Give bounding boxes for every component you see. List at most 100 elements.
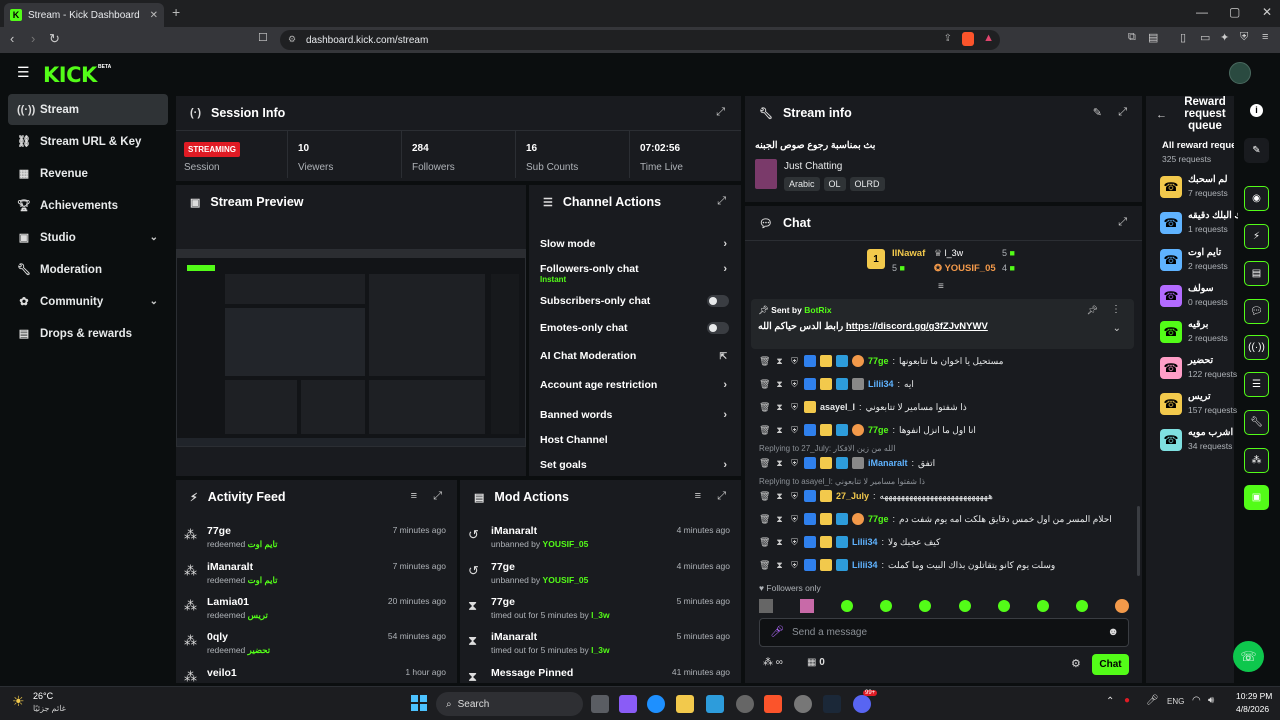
- minimize-icon[interactable]: —: [1196, 5, 1208, 19]
- stream-preview-video[interactable]: [176, 249, 526, 447]
- maximize-icon[interactable]: ▢: [1229, 5, 1240, 19]
- edit-layout-icon[interactable]: ✎: [1244, 138, 1269, 163]
- sidebar-item-moderation[interactable]: 🔧︎ Moderation: [8, 254, 168, 285]
- weather-temp[interactable]: 26°C: [33, 691, 53, 701]
- microphone-icon[interactable]: 🎤︎: [1146, 695, 1159, 706]
- weather-desc[interactable]: غائم جزئيًا: [33, 704, 66, 713]
- subscribers-only-toggle[interactable]: [707, 295, 729, 307]
- task-view-icon[interactable]: [591, 695, 609, 713]
- emotes-only-toggle[interactable]: [707, 322, 729, 334]
- chat-message[interactable]: 🗑︎ ⧗ ⛨ 77ge: انا اول ما انزل انفوها: [759, 420, 1128, 440]
- delete-icon[interactable]: 🗑︎: [759, 514, 770, 525]
- volume-icon[interactable]: 🔊︎: [1208, 695, 1214, 706]
- chat-username[interactable]: Lilii34: [868, 379, 894, 389]
- collapse-icon[interactable]: ≡: [938, 281, 944, 292]
- extensions-icon[interactable]: ⧉: [1128, 31, 1136, 44]
- close-window-icon[interactable]: ✕: [1262, 5, 1272, 19]
- tray-chevron-icon[interactable]: ⌃: [1106, 696, 1114, 707]
- timeout-icon[interactable]: ⧗: [774, 402, 785, 413]
- chat-scrollbar[interactable]: [1137, 506, 1140, 576]
- sidebar-item-stream[interactable]: ((·)) Stream: [8, 94, 168, 125]
- kick-logo[interactable]: KICK: [43, 63, 97, 87]
- close-tab-icon[interactable]: ✕: [150, 10, 158, 21]
- emote[interactable]: [1036, 600, 1049, 612]
- expand-icon[interactable]: ⤢: [1118, 106, 1127, 119]
- ban-icon[interactable]: ⛨: [789, 560, 800, 571]
- chat-message[interactable]: 🗑︎ ⧗ ⛨ 77ge: مستحيل يا اخوان ما تتابعونها: [759, 351, 1128, 371]
- account-age-action[interactable]: Account age restriction ›: [540, 375, 731, 395]
- preview-widget-icon[interactable]: ▣: [1244, 485, 1269, 510]
- set-goals-action[interactable]: Set goals ›: [540, 455, 731, 475]
- timeout-icon[interactable]: ⧗: [774, 458, 785, 469]
- ban-icon[interactable]: ⛨: [789, 458, 800, 469]
- hamburger-icon[interactable]: ☰: [17, 64, 30, 81]
- timeout-icon[interactable]: ⧗: [774, 537, 785, 548]
- timeout-icon[interactable]: ⧗: [774, 560, 785, 571]
- delete-icon[interactable]: 🗑︎: [759, 537, 770, 548]
- chat-message[interactable]: 🗑︎ ⧗ ⛨ 77ge: احلام المسر من اول خمس دقايق …: [759, 509, 1128, 529]
- share-icon[interactable]: ⇪: [944, 33, 952, 44]
- all-rewards-label[interactable]: All reward reque: [1162, 140, 1234, 151]
- unpin-icon[interactable]: 📌︎: [1087, 305, 1098, 316]
- discord-icon[interactable]: [853, 695, 871, 713]
- emote[interactable]: [919, 600, 932, 612]
- copilot-icon[interactable]: [619, 695, 637, 713]
- timeout-icon[interactable]: ⧗: [774, 379, 785, 390]
- timeout-icon[interactable]: ⧗: [774, 514, 785, 525]
- tag[interactable]: Arabic: [784, 177, 820, 191]
- timeout-icon[interactable]: ⧗: [774, 425, 785, 436]
- delete-icon[interactable]: 🗑︎: [759, 560, 770, 571]
- tag[interactable]: OL: [823, 177, 846, 191]
- browser-tab[interactable]: K Stream - Kick Dashboard ✕: [4, 3, 164, 27]
- vpn-icon[interactable]: ⛨: [1240, 31, 1248, 44]
- settings-app-icon[interactable]: [736, 695, 754, 713]
- delete-icon[interactable]: 🗑︎: [759, 379, 770, 390]
- weather-icon[interactable]: ☀︎: [12, 693, 25, 710]
- language-indicator[interactable]: ENG: [1167, 697, 1184, 706]
- chat-username[interactable]: 77ge: [868, 425, 889, 435]
- banned-words-action[interactable]: Banned words ›: [540, 405, 731, 425]
- chat-widget-icon[interactable]: 💬︎: [1244, 299, 1269, 324]
- back-icon[interactable]: ‹: [10, 31, 14, 46]
- ban-icon[interactable]: ⛨: [789, 425, 800, 436]
- followers-only-action[interactable]: Followers-only chat Instant ›: [540, 259, 731, 284]
- gear-icon[interactable]: ⚙: [1071, 657, 1081, 670]
- chat-message[interactable]: 🗑︎ ⧗ ⛨ Lilii34: كيف عجبك ولا: [759, 532, 1128, 552]
- expand-icon[interactable]: ⤢: [433, 490, 442, 503]
- more-icon[interactable]: ⋮: [1111, 304, 1121, 315]
- category-name[interactable]: Just Chatting: [784, 161, 842, 172]
- edge-icon[interactable]: [647, 695, 665, 713]
- mod-target[interactable]: iManaralt: [491, 525, 537, 537]
- chat-input[interactable]: 🎤︎ Send a message ☻: [759, 618, 1129, 647]
- sidebar-item-drops[interactable]: ▤ Drops & rewards: [8, 318, 168, 349]
- forward-icon[interactable]: ›: [31, 31, 35, 46]
- info-icon[interactable]: i: [1250, 104, 1263, 117]
- wifi-icon[interactable]: ◠: [1192, 695, 1201, 706]
- expand-icon[interactable]: ⤢: [716, 106, 725, 119]
- bolt-widget-icon[interactable]: ⚡︎: [1244, 224, 1269, 249]
- support-icon[interactable]: ☏: [1233, 641, 1264, 672]
- broadcast-widget-icon[interactable]: ((·)): [1244, 335, 1269, 360]
- rewards-icon[interactable]: ▲: [983, 32, 994, 44]
- emote[interactable]: [997, 600, 1010, 612]
- mic-icon[interactable]: 🎤︎: [770, 625, 784, 638]
- timeout-icon[interactable]: ⧗: [774, 491, 785, 502]
- reward-widget-icon[interactable]: ⁂: [1244, 448, 1269, 473]
- chat-message[interactable]: 🗑︎ ⧗ ⛨ asayel_l: ذا شفتوا مسامير لا تتابعو…: [759, 397, 1128, 417]
- chat-message[interactable]: 🗑︎ ⧗ ⛨ Lilii34: وسلت يوم كانو يتقاتلون بذا…: [759, 555, 1128, 575]
- emote[interactable]: [1075, 600, 1088, 612]
- sidebar-item-community[interactable]: ✿ Community ⌄: [8, 286, 168, 317]
- activity-user[interactable]: veilo1: [207, 667, 237, 679]
- category-thumbnail[interactable]: [755, 159, 777, 189]
- mod-target[interactable]: 77ge: [491, 561, 515, 573]
- filter-icon[interactable]: ≡: [695, 490, 701, 502]
- send-chat-button[interactable]: Chat: [1092, 654, 1129, 675]
- chat-username[interactable]: iManaralt: [868, 458, 908, 468]
- reply-context[interactable]: Replying to 27_July: الله من زين الافكار: [759, 444, 895, 453]
- github-icon[interactable]: [794, 695, 812, 713]
- leader-entry[interactable]: ♛ l_3w: [934, 248, 963, 259]
- wrench-widget-icon[interactable]: 🔧︎: [1244, 410, 1269, 435]
- chat-message[interactable]: 🗑︎ ⧗ ⛨ 27_July: هههههههههههههههههههههههههه…: [759, 486, 1128, 506]
- list-widget-icon[interactable]: ▤: [1244, 261, 1269, 286]
- chat-message[interactable]: 🗑︎ ⧗ ⛨ Lilii34: ايه: [759, 374, 1128, 394]
